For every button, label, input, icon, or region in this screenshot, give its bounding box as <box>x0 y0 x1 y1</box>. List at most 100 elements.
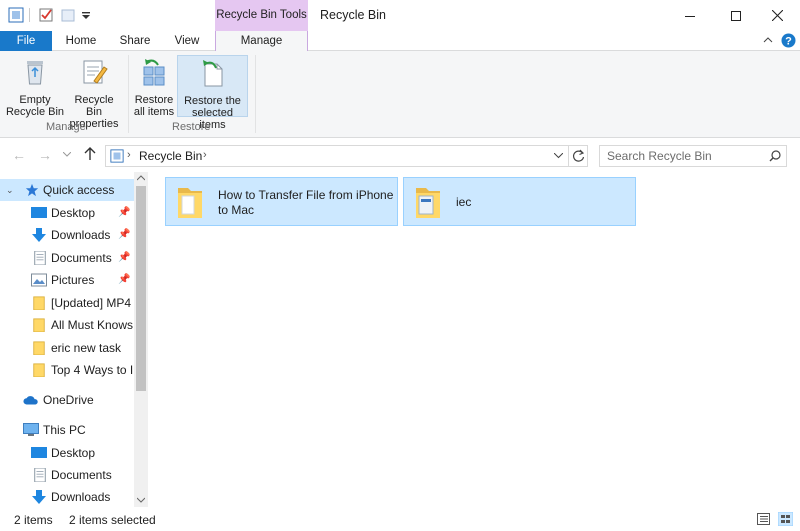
desktop-icon <box>31 207 47 218</box>
folder-icon <box>178 188 202 218</box>
pin-icon[interactable]: 📌 <box>118 269 130 291</box>
restore-all-items-label-1: Restore <box>134 94 174 106</box>
nav-label: OneDrive <box>43 393 94 407</box>
nav-quick-folder[interactable]: [Updated] MP4 t <box>0 292 134 314</box>
tab-view[interactable]: View <box>168 31 206 51</box>
recycle-bin-small-icon <box>110 149 124 163</box>
restore-all-icon <box>143 59 165 86</box>
empty-recycle-bin-button[interactable]: Empty Recycle Bin <box>5 55 65 118</box>
nav-quick-folder[interactable]: Top 4 Ways to Im <box>0 359 134 381</box>
properties-icon[interactable] <box>38 7 54 23</box>
address-bar[interactable]: › Recycle Bin › <box>105 145 588 167</box>
nav-scrollbar[interactable] <box>134 172 148 507</box>
folder-icon <box>33 318 45 332</box>
status-bar: 2 items 2 items selected <box>0 507 800 531</box>
desktop-icon <box>31 447 47 458</box>
nav-label: Documents <box>51 251 112 265</box>
nav-quick-pictures[interactable]: Pictures 📌 <box>0 269 134 291</box>
group-label-manage: Manage <box>46 121 86 133</box>
nav-this-pc[interactable]: This PC <box>0 419 134 441</box>
collapse-ribbon-icon[interactable] <box>763 36 773 44</box>
tab-manage[interactable]: Manage <box>215 31 308 52</box>
nav-label: Downloads <box>51 228 111 242</box>
restore-all-items-label-2: all items <box>133 106 175 118</box>
customize-toolbar-icon[interactable] <box>78 7 94 23</box>
minimize-button[interactable] <box>667 0 713 31</box>
recycle-bin-app-icon[interactable] <box>8 7 24 23</box>
file-name-line-1: How to Transfer File from iPhone <box>218 188 394 202</box>
item-count: 2 items <box>14 513 53 527</box>
restore-selected-icon <box>202 60 222 87</box>
file-list: How to Transfer File from iPhone to Mac … <box>148 172 800 507</box>
nav-quick-access[interactable]: ⌄ Quick access <box>0 179 134 201</box>
restore-selected-items-label-1: Restore the <box>184 95 241 107</box>
breadcrumb-separator-icon[interactable]: › <box>127 149 131 161</box>
documents-icon <box>34 251 46 265</box>
tab-share[interactable]: Share <box>116 31 154 51</box>
folder-icon <box>33 296 45 310</box>
nav-quick-folder[interactable]: All Must Knows f <box>0 314 134 336</box>
tab-home[interactable]: Home <box>62 31 100 51</box>
pin-icon[interactable]: 📌 <box>118 224 130 246</box>
recent-locations-chevron-icon[interactable] <box>63 152 71 158</box>
folder-icon <box>33 341 45 355</box>
documents-icon <box>34 468 46 482</box>
forward-arrow-icon[interactable]: → <box>38 147 52 163</box>
search-icon <box>769 150 781 162</box>
back-arrow-icon[interactable]: ← <box>12 147 26 163</box>
maximize-icon <box>731 10 741 21</box>
breadcrumb-recycle-bin[interactable]: Recycle Bin <box>139 149 202 163</box>
recycle-bin-icon <box>27 61 43 85</box>
recycle-bin-properties-label-1: Recycle Bin <box>74 94 114 118</box>
expand-chevron-icon[interactable]: ⌄ <box>6 179 14 201</box>
ribbon: Empty Recycle Bin Recycle Bin properties… <box>0 51 800 138</box>
ribbon-group-separator <box>128 55 129 133</box>
large-icons-view-icon[interactable] <box>778 512 793 526</box>
nav-quick-desktop[interactable]: Desktop 📌 <box>0 202 134 224</box>
file-item[interactable]: iec <box>403 177 636 226</box>
help-icon[interactable]: ? <box>781 33 796 48</box>
pin-icon[interactable]: 📌 <box>118 202 130 224</box>
nav-label: eric new task <box>51 341 122 355</box>
search-input[interactable]: Search Recycle Bin <box>599 145 787 167</box>
window-title: Recycle Bin <box>320 8 386 22</box>
file-name-line-2: to Mac <box>218 203 255 217</box>
nav-onedrive[interactable]: OneDrive <box>0 389 134 411</box>
close-icon <box>771 10 783 21</box>
scroll-up-icon[interactable] <box>137 175 145 181</box>
nav-pc-desktop[interactable]: Desktop <box>0 442 134 464</box>
group-label-restore: Restore <box>172 121 211 133</box>
nav-pc-documents[interactable]: Documents <box>0 464 134 486</box>
ribbon-group-separator <box>255 55 256 133</box>
details-view-icon[interactable] <box>757 513 770 525</box>
nav-quick-downloads[interactable]: Downloads 📌 <box>0 224 134 246</box>
nav-quick-folder[interactable]: eric new task <box>0 337 134 359</box>
nav-quick-documents[interactable]: Documents 📌 <box>0 247 134 269</box>
close-button[interactable] <box>754 0 800 31</box>
tab-file[interactable]: File <box>0 31 52 51</box>
selection-count: 2 items selected <box>69 513 156 527</box>
restore-selected-items-button[interactable]: Restore the selected items <box>177 55 248 131</box>
maximize-button[interactable] <box>713 0 759 31</box>
restore-all-items-button[interactable]: Restore all items <box>132 55 176 118</box>
breadcrumb-chevron-icon[interactable]: › <box>203 149 207 161</box>
minimize-icon <box>685 15 695 17</box>
file-item[interactable]: How to Transfer File from iPhone to Mac <box>165 177 398 226</box>
pin-icon[interactable]: 📌 <box>118 247 130 269</box>
nav-label: Downloads <box>51 490 111 504</box>
folder-icon <box>416 188 440 218</box>
scroll-down-icon[interactable] <box>137 497 145 503</box>
empty-recycle-bin-label-2: Recycle Bin <box>5 106 65 118</box>
recycle-bin-properties-button[interactable]: Recycle Bin properties <box>65 55 123 130</box>
nav-label: Top 4 Ways to Im <box>51 363 134 377</box>
computer-icon <box>23 423 39 436</box>
nav-pc-downloads[interactable]: Downloads <box>0 486 134 507</box>
scrollbar-thumb[interactable] <box>136 186 146 391</box>
svg-text:?: ? <box>785 36 792 48</box>
nav-label: This PC <box>43 423 86 437</box>
address-dropdown-icon[interactable] <box>554 153 563 159</box>
refresh-icon[interactable] <box>572 149 585 163</box>
new-folder-icon[interactable] <box>60 7 76 23</box>
up-arrow-icon[interactable] <box>84 147 96 161</box>
title-bar: Recycle Bin Tools Recycle Bin <box>0 0 800 31</box>
